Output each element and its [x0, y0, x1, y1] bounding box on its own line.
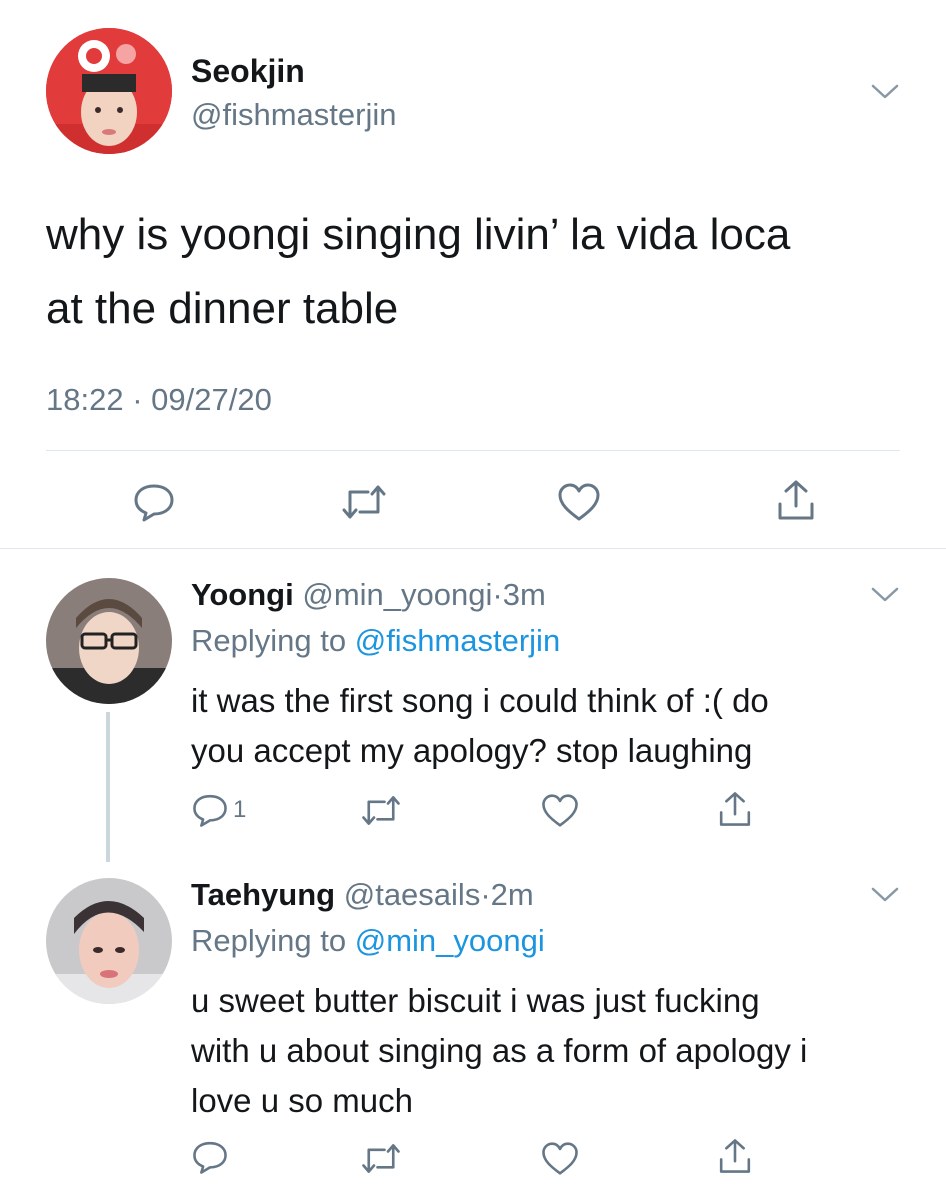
handle[interactable]: @taesails	[344, 877, 481, 912]
reply-header: Taehyung @taesails·2m	[191, 876, 534, 914]
reply-count: 1	[233, 796, 247, 823]
replying-to: Replying to @fishmasterjin	[191, 622, 560, 660]
display-name[interactable]: Yoongi	[191, 577, 294, 612]
reply-icon[interactable]	[132, 480, 176, 524]
share-icon[interactable]	[716, 790, 754, 828]
divider	[0, 548, 946, 549]
thread-line	[106, 712, 110, 862]
mention-link[interactable]: @fishmasterjin	[355, 623, 560, 658]
reply-text: u sweet butter biscuit i was just fuckin…	[191, 976, 911, 1126]
avatar-taehyung[interactable]	[46, 878, 172, 1004]
handle[interactable]: @fishmasterjin	[191, 96, 396, 134]
retweet-icon[interactable]	[360, 793, 402, 828]
share-icon[interactable]	[774, 478, 818, 522]
reply-header: Yoongi @min_yoongi·3m	[191, 576, 546, 614]
reply-text-line: with u about singing as a form of apolog…	[191, 1032, 808, 1069]
mention-link[interactable]: @min_yoongi	[355, 923, 545, 958]
replying-label: Replying to	[191, 623, 347, 658]
share-icon[interactable]	[716, 1137, 754, 1175]
meta-separator: ·	[492, 577, 503, 612]
reply-icon[interactable]	[191, 1138, 229, 1176]
handle[interactable]: @min_yoongi	[302, 577, 492, 612]
timestamp-separator: ·	[132, 382, 143, 417]
chevron-down-icon[interactable]	[870, 885, 900, 903]
reply-text-line: you accept my apology? stop laughing	[191, 732, 753, 769]
reply-text-line: u sweet butter biscuit i was just fuckin…	[191, 982, 760, 1019]
tweet-text-line: at the dinner table	[46, 284, 399, 333]
replying-label: Replying to	[191, 923, 347, 958]
reply-text-line: it was the first song i could think of :…	[191, 682, 769, 719]
tweet-text-line: why is yoongi singing livin’ la vida loc…	[46, 210, 791, 259]
avatar-yoongi[interactable]	[46, 578, 172, 704]
reply-age: 3m	[502, 577, 546, 612]
like-icon[interactable]	[540, 1141, 580, 1176]
chevron-down-icon[interactable]	[870, 82, 900, 100]
meta-separator: ·	[480, 877, 491, 912]
reply-button[interactable]: 1	[191, 790, 246, 830]
retweet-icon[interactable]	[360, 1141, 402, 1176]
tweet-time: 18:22	[46, 382, 124, 417]
like-icon[interactable]	[540, 793, 580, 828]
tweet-timestamp[interactable]: 18:22 · 09/27/20	[46, 380, 272, 420]
reply-text-line: love u so much	[191, 1082, 413, 1119]
replying-to: Replying to @min_yoongi	[191, 922, 545, 960]
tweet-text: why is yoongi singing livin’ la vida loc…	[46, 198, 926, 346]
avatar-seokjin[interactable]	[46, 28, 172, 154]
tweet-date: 09/27/20	[151, 382, 272, 417]
display-name[interactable]: Seokjin	[191, 52, 305, 90]
divider	[46, 450, 900, 451]
like-icon[interactable]	[556, 482, 602, 522]
reply-age: 2m	[490, 877, 534, 912]
reply-text: it was the first song i could think of :…	[191, 676, 911, 776]
display-name[interactable]: Taehyung	[191, 877, 335, 912]
chevron-down-icon[interactable]	[870, 585, 900, 603]
retweet-icon[interactable]	[340, 482, 388, 522]
reply-icon	[191, 791, 229, 829]
